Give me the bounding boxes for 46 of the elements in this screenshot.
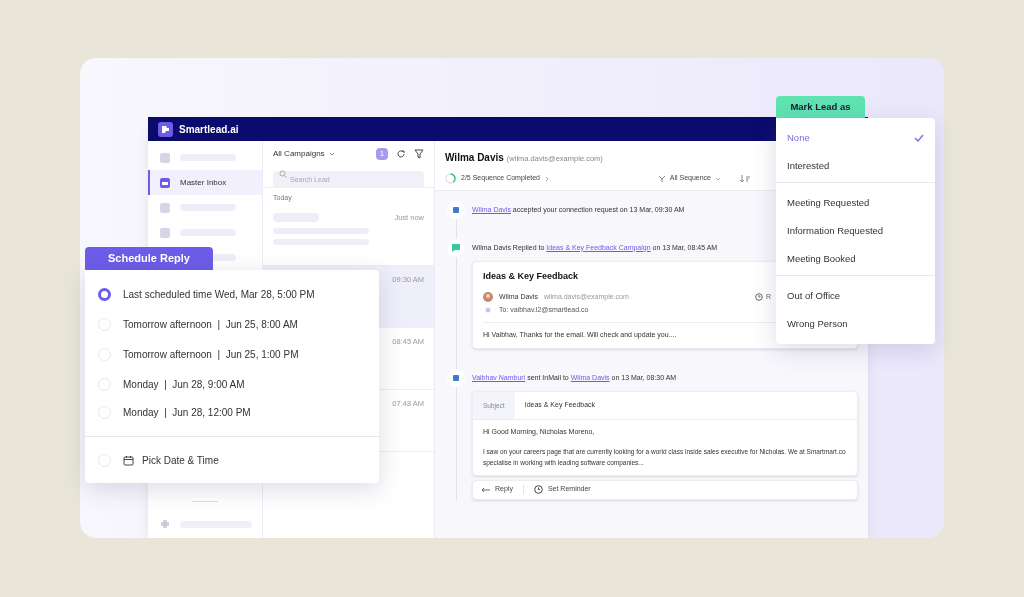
reply-icon [481,486,490,493]
menu-item[interactable]: Meeting Booked [776,245,935,273]
menu-item-icon [160,202,170,213]
option-label: Pick Date & Time [142,453,219,468]
menu-item[interactable]: None [776,124,935,152]
menu-item-icon [160,227,170,238]
check-icon [914,134,924,142]
email-title: Ideas & Key Feedback [483,270,580,283]
logo-text: Smartlead.ai [179,122,239,137]
search-icon [279,169,287,178]
clock-icon [533,485,543,494]
filter-icon[interactable] [414,149,424,159]
radio-button[interactable] [98,288,111,301]
count-badge: 1 [376,148,388,160]
linkedin-icon [447,201,465,219]
menu-item[interactable]: Meeting Requested [776,189,935,217]
calendar-icon [123,454,134,466]
schedule-title-menu: Schedule Reply [85,247,213,270]
sort-icon[interactable] [740,174,750,183]
campaign-dropdown[interactable]: All Campaigns [273,148,335,160]
chevron-down-icon [328,152,335,156]
logo-icon [158,121,173,137]
refresh-icon[interactable] [396,149,406,159]
inbox-icon [160,177,170,188]
option-label: Monday | Jun 28, 12:00 PM [123,406,251,420]
option-label: Last scheduled time Wed, Mar 28, 5:00 PM [123,288,315,302]
chevron-right-icon [545,175,549,182]
dropdown-title: Mark Lead as [776,96,865,118]
option-label: Monday | Jun 28, 9:00 AM [123,377,245,392]
grid-icon [160,519,170,529]
avatar [483,291,493,302]
chevron-down-icon [715,176,721,181]
menu-item[interactable]: Wrong Person [776,310,935,338]
option-label: Tomorrow afternoon | Jun 25, 8:00 AM [123,317,298,332]
clock-icon [754,292,763,301]
ring-icon [445,173,456,184]
menu-item[interactable]: Information Requested [776,217,935,245]
sidebar-item[interactable]: Master Inbox [148,170,262,195]
option-label: Tomorrow afternoon | Jun 25, 1:00 PM [123,347,299,362]
menu-item[interactable]: Out of Office [776,282,935,310]
linkedin-icon [447,369,465,387]
lead-name: Wilma Davis [445,151,504,165]
chat-icon [447,239,465,257]
filter-icon [657,174,666,183]
menu-item[interactable]: Interested [776,152,935,180]
menu-item-icon [160,152,170,163]
